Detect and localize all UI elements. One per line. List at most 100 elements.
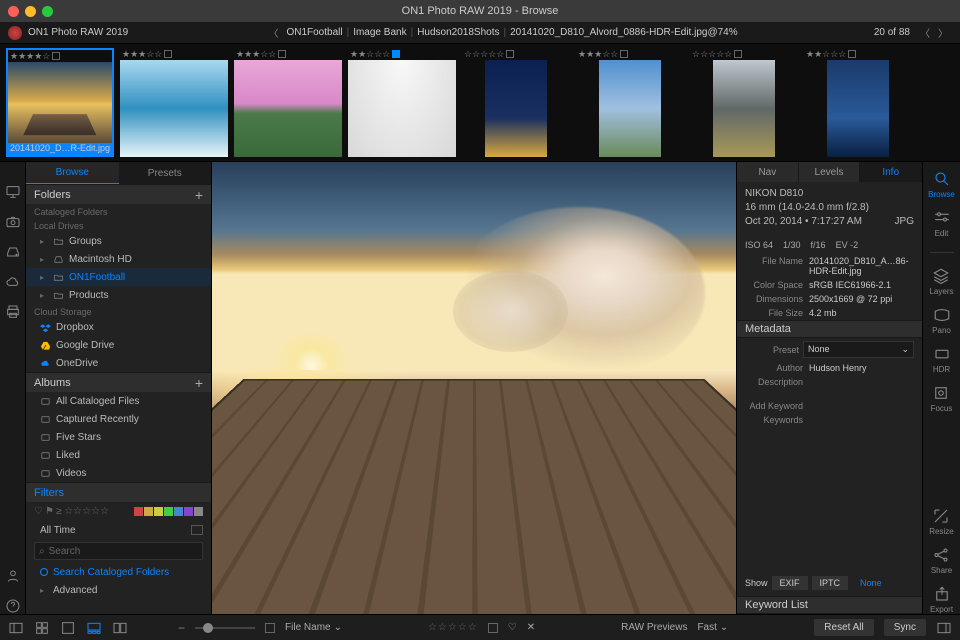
mode-pano[interactable]: Pano <box>932 306 951 335</box>
metadata-header[interactable]: Metadata <box>737 320 922 338</box>
none-button[interactable]: None <box>852 576 890 590</box>
close-window-button[interactable] <box>8 6 19 17</box>
tab-presets[interactable]: Presets <box>119 162 212 184</box>
preset-select[interactable]: None⌄ <box>803 341 914 358</box>
cloud-icon[interactable] <box>5 274 21 290</box>
filter-time[interactable]: All Time <box>26 521 211 539</box>
camera-model: NIKON D810 <box>745 188 914 199</box>
album-item[interactable]: Videos <box>26 464 211 482</box>
reset-all-button[interactable]: Reset All <box>814 619 873 636</box>
mode-browse[interactable]: Browse <box>928 170 955 199</box>
kv-add-keyword[interactable]: Add Keyword <box>737 399 922 413</box>
right-rail: Browse Edit Layers Pano HDR Focus Resize… <box>922 162 960 614</box>
help-icon[interactable] <box>5 598 21 614</box>
thumbnail[interactable]: ☆☆☆☆☆ <box>462 48 570 157</box>
back-button[interactable]: 〈 <box>268 25 278 40</box>
color-labels[interactable] <box>134 507 203 516</box>
cloud-item[interactable]: Dropbox <box>26 318 211 336</box>
like-toggle[interactable]: ♡ <box>508 622 517 633</box>
tab-browse[interactable]: Browse <box>26 162 119 184</box>
mode-focus[interactable]: Focus <box>931 384 953 413</box>
cloud-item[interactable]: Google Drive <box>26 336 211 354</box>
exif-button[interactable]: EXIF <box>772 576 808 590</box>
flag-toggle[interactable] <box>488 623 498 633</box>
sort-dropdown[interactable]: File Name ⌄ <box>285 622 342 633</box>
next-image-button[interactable]: 〉 <box>938 25 948 40</box>
tab-nav[interactable]: Nav <box>737 162 799 182</box>
album-item[interactable]: Captured Recently <box>26 410 211 428</box>
add-album-button[interactable]: + <box>195 375 203 391</box>
thumbnail[interactable]: ★★★☆☆ <box>576 48 684 157</box>
mode-resize[interactable]: Resize <box>929 507 953 536</box>
left-tabs: Browse Presets <box>26 162 211 184</box>
camera-icon[interactable] <box>5 214 21 230</box>
monitor-icon[interactable] <box>5 184 21 200</box>
print-icon[interactable] <box>5 304 21 320</box>
thumbnail[interactable]: ★★★★☆ 20141020_D…R-Edit.jpg <box>6 48 114 157</box>
mode-share[interactable]: Share <box>931 546 952 575</box>
zoom-window-button[interactable] <box>42 6 53 17</box>
filters-header[interactable]: Filters <box>26 482 211 502</box>
search-cataloged-toggle[interactable]: Search Cataloged Folders <box>26 563 211 581</box>
filter-quick-row[interactable]: ♡ ⚑ ≥ ☆☆☆☆☆ <box>26 502 211 521</box>
thumbnail-size-slider[interactable] <box>195 627 255 629</box>
folder-item[interactable]: ▸Groups <box>26 232 211 250</box>
kv-description[interactable]: Description <box>737 375 922 389</box>
mode-hdr[interactable]: HDR <box>933 345 951 374</box>
cloud-item[interactable]: OneDrive <box>26 354 211 372</box>
detail-view-icon[interactable] <box>60 620 76 636</box>
toggle-left-panel-icon[interactable] <box>8 620 24 636</box>
folder-item[interactable]: ▸Products <box>26 286 211 304</box>
folder-item[interactable]: ▸Macintosh HD <box>26 250 211 268</box>
sync-button[interactable]: Sync <box>884 619 926 636</box>
reject-toggle[interactable]: ✕ <box>527 622 535 633</box>
advanced-toggle[interactable]: ▸Advanced <box>26 581 211 599</box>
zoom-out-icon[interactable]: − <box>178 621 185 635</box>
keyword-list-header[interactable]: Keyword List <box>737 596 922 614</box>
search-input[interactable]: ⌕Search <box>34 542 203 560</box>
grid-view-icon[interactable] <box>34 620 50 636</box>
page-counter: 20 of 88 <box>874 27 910 38</box>
crumb-segment[interactable]: 20141020_D810_Alvord_0886-HDR-Edit.jpg@7… <box>510 27 738 38</box>
mode-layers[interactable]: Layers <box>929 267 953 296</box>
app-name-label: ON1 Photo RAW 2019 <box>28 27 128 38</box>
mode-export[interactable]: Export <box>930 585 953 614</box>
iptc-button[interactable]: IPTC <box>812 576 849 590</box>
exposure-row: ISO 641/30f/16EV -2 <box>737 236 922 254</box>
thumbnail[interactable]: ★★★☆☆ <box>120 48 228 157</box>
sort-checkbox[interactable] <box>265 623 275 633</box>
minimize-window-button[interactable] <box>25 6 36 17</box>
prev-image-button[interactable]: 〈 <box>920 25 930 40</box>
toggle-right-panel-icon[interactable] <box>936 620 952 636</box>
thumbnail[interactable]: ★★★☆☆ <box>234 48 342 157</box>
thumbnail-image <box>599 60 661 157</box>
folder-item-active[interactable]: ▸ON1Football <box>26 268 211 286</box>
heart-icon[interactable]: ♡ <box>34 506 43 517</box>
album-item[interactable]: All Cataloged Files <box>26 392 211 410</box>
flag-icon[interactable]: ⚑ <box>45 506 54 517</box>
tab-info[interactable]: Info <box>860 162 922 182</box>
crumb-segment[interactable]: Image Bank <box>353 27 406 38</box>
crumb-segment[interactable]: Hudson2018Shots <box>417 27 499 38</box>
thumbnail[interactable]: ★★☆☆☆ <box>804 48 912 157</box>
tab-levels[interactable]: Levels <box>799 162 861 182</box>
crumb-segment[interactable]: ON1Football <box>286 27 342 38</box>
drive-icon[interactable] <box>5 244 21 260</box>
add-folder-button[interactable]: + <box>195 187 203 203</box>
image-viewer[interactable] <box>212 162 736 614</box>
album-item[interactable]: Liked <box>26 446 211 464</box>
folders-header[interactable]: Folders+ <box>26 184 211 204</box>
left-rail <box>0 162 26 614</box>
thumbnail[interactable]: ☆☆☆☆☆ <box>690 48 798 157</box>
mode-edit[interactable]: Edit <box>933 209 951 238</box>
previews-dropdown[interactable]: Fast ⌄ <box>697 622 728 633</box>
album-item[interactable]: Five Stars <box>26 428 211 446</box>
rating-control[interactable]: ☆☆☆☆☆ <box>428 622 478 633</box>
filmstrip-view-icon[interactable] <box>86 620 102 636</box>
user-icon[interactable] <box>5 568 21 584</box>
kv-keywords[interactable]: Keywords <box>737 413 922 427</box>
albums-header[interactable]: Albums+ <box>26 372 211 392</box>
previews-label: RAW Previews <box>621 622 687 633</box>
compare-view-icon[interactable] <box>112 620 128 636</box>
thumbnail[interactable]: ★★☆☆☆ <box>348 48 456 157</box>
